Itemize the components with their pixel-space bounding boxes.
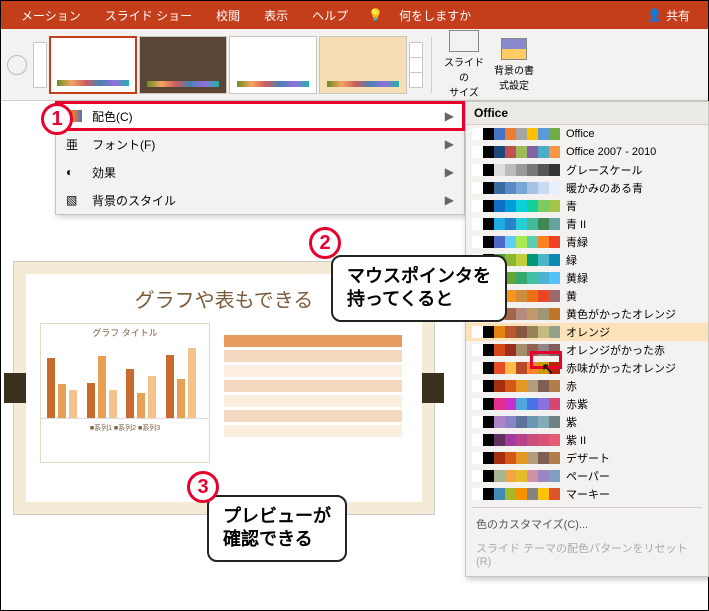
tell-me[interactable]: 何をしますか: [387, 1, 483, 29]
scheme-6[interactable]: 青緑: [466, 233, 708, 251]
share-icon: 👤: [647, 8, 662, 22]
chart: グラフ タイトル ■系列1 ■系列2 ■系列3: [40, 323, 210, 463]
badge-1: 1: [41, 103, 73, 135]
slide-size-button[interactable]: スライドの サイズ: [440, 30, 488, 99]
tab-animation[interactable]: メーション: [9, 1, 93, 29]
tab-view[interactable]: 表示: [252, 1, 300, 29]
badge-3: 3: [187, 471, 219, 503]
tab-review[interactable]: 校閲: [204, 1, 252, 29]
theme-thumb-1[interactable]: [49, 36, 137, 94]
scheme-11[interactable]: オレンジ: [466, 323, 708, 341]
scheme-3[interactable]: 暖かみのある青: [466, 179, 708, 197]
bulb-icon: 💡: [368, 8, 383, 22]
tab-slideshow[interactable]: スライド ショー: [93, 1, 204, 29]
scheme-15[interactable]: 赤紫: [466, 395, 708, 413]
scheme-13[interactable]: 赤味がかったオレンジ: [466, 359, 708, 377]
scheme-4[interactable]: 青: [466, 197, 708, 215]
scheme-12[interactable]: オレンジがかった赤: [466, 341, 708, 359]
scheme-20[interactable]: マーキー: [466, 485, 708, 503]
effects-icon: ◐: [66, 165, 82, 179]
scheme-16[interactable]: 紫: [466, 413, 708, 431]
menu-effects[interactable]: ◐ 効果▶: [56, 158, 464, 186]
scheme-17[interactable]: 紫 II: [466, 431, 708, 449]
variant-dropdown: 配色(C)▶ 亜 フォント(F)▶ ◐ 効果▶ ▧ 背景のスタイル▶: [55, 101, 465, 215]
theme-thumb-4[interactable]: [319, 36, 407, 94]
chevron-right-icon: ▶: [445, 109, 454, 123]
theme-thumb-3[interactable]: [229, 36, 317, 94]
bg-style-icon: ▧: [66, 193, 82, 207]
ribbon-body: スライドの サイズ 背景の書 式設定: [1, 29, 708, 101]
variant-more[interactable]: [409, 42, 423, 88]
callout-3: プレビューが確認できる: [207, 495, 347, 562]
callout-2: マウスポインタを持ってくると: [331, 255, 507, 322]
font-icon: 亜: [66, 136, 82, 153]
badge-2: 2: [309, 227, 341, 259]
scheme-19[interactable]: ペーパー: [466, 467, 708, 485]
menu-bg-styles[interactable]: ▧ 背景のスタイル▶: [56, 186, 464, 214]
scheme-1[interactable]: Office 2007 - 2010: [466, 143, 708, 161]
customize-colors[interactable]: 色のカスタマイズ(C)...: [466, 512, 708, 536]
menu-colors[interactable]: 配色(C)▶: [56, 102, 464, 130]
share-button[interactable]: 👤共有: [647, 7, 690, 24]
tab-help[interactable]: ヘルプ: [300, 1, 360, 29]
variant-scroll[interactable]: [33, 42, 47, 88]
menu-fonts[interactable]: 亜 フォント(F)▶: [56, 130, 464, 158]
scheme-2[interactable]: グレースケール: [466, 161, 708, 179]
bg-format-button[interactable]: 背景の書 式設定: [490, 38, 538, 92]
table-preview: [224, 323, 402, 463]
scheme-0[interactable]: Office: [466, 125, 708, 143]
scheme-18[interactable]: デザート: [466, 449, 708, 467]
reset-colors: スライド テーマの配色パターンをリセット(R): [466, 536, 708, 572]
theme-thumb-2[interactable]: [139, 36, 227, 94]
color-schemes-panel: Office OfficeOffice 2007 - 2010グレースケール暖か…: [465, 101, 709, 577]
undo-icon[interactable]: [7, 55, 27, 75]
scheme-14[interactable]: 赤: [466, 377, 708, 395]
panel-header: Office: [466, 102, 708, 125]
ribbon-tabs: メーション スライド ショー 校閲 表示 ヘルプ 💡 何をしますか 👤共有: [1, 1, 708, 29]
scheme-5[interactable]: 青 II: [466, 215, 708, 233]
